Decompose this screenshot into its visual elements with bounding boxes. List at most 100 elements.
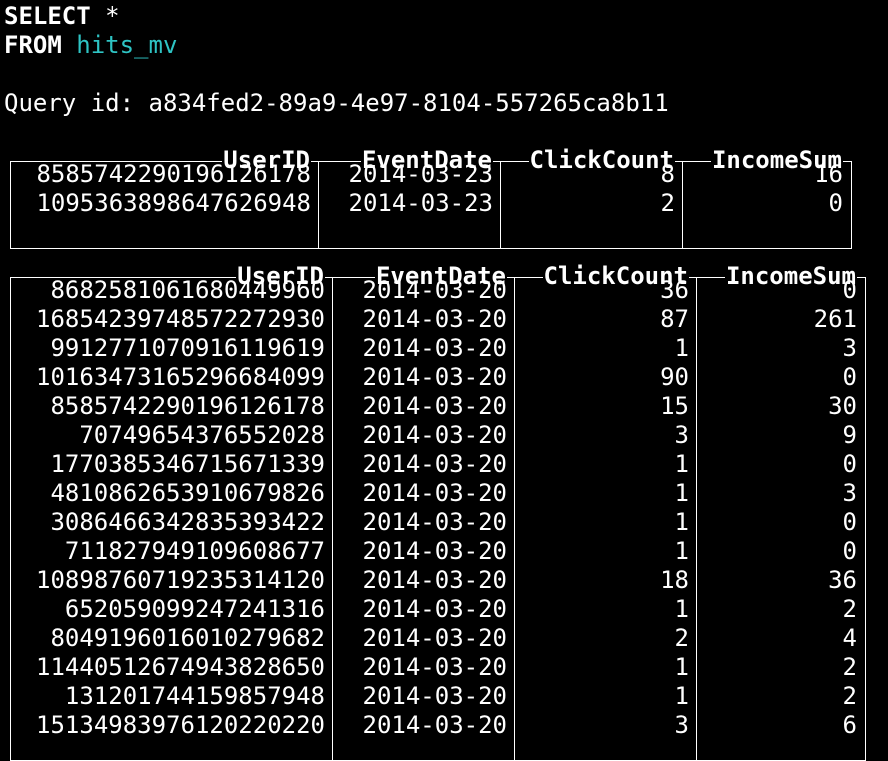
user-id-cell: 131201744159857948: [64, 682, 325, 710]
table-row: 8682581061680449960 2014-03-20 36 0: [11, 276, 865, 305]
query-id-label: Query id:: [4, 89, 135, 117]
click-count-cell: 1: [674, 537, 689, 565]
income-sum-cell: 0: [842, 508, 857, 536]
income-sum-cell: 0: [842, 450, 857, 478]
result-table-2: UserID EventDate ClickCount IncomeSum 868258…: [10, 262, 866, 761]
user-id-cell: 8585742290196126178: [50, 392, 325, 420]
table-row: 4810862653910679826 2014-03-20 1 3: [11, 479, 865, 508]
income-sum-cell: 261: [813, 305, 857, 333]
income-sum-cell: 0: [842, 537, 857, 565]
event-date-cell: 2014-03-20: [362, 682, 508, 710]
event-date-cell: 2014-03-20: [362, 653, 508, 681]
user-id-cell: 10898760719235314120: [36, 566, 325, 594]
event-date-cell: 2014-03-20: [362, 305, 508, 333]
user-id-cell: 10163473165296684099: [36, 363, 325, 391]
table-row: 15134983976120220220 2014-03-20 3 6: [11, 711, 865, 740]
table-row: 3086466342835393422 2014-03-20 1 0: [11, 508, 865, 537]
from-table-name: hits_mv: [76, 31, 178, 59]
select-keyword: SELECT: [4, 2, 91, 30]
table-row: 11440512674943828650 2014-03-20 1 2: [11, 653, 865, 682]
income-sum-cell: 6: [842, 711, 857, 739]
user-id-cell: 70749654376552028: [79, 421, 325, 449]
income-sum-cell: 4: [842, 624, 857, 652]
income-sum-cell: 2: [842, 653, 857, 681]
income-sum-cell: 0: [828, 189, 843, 217]
click-count-cell: 1: [674, 653, 689, 681]
user-id-cell: 3086466342835393422: [50, 508, 325, 536]
table-row: 8585742290196126178 2014-03-23 8 16: [11, 160, 851, 189]
income-sum-cell: 2: [842, 595, 857, 623]
user-id-cell: 4810862653910679826: [50, 479, 325, 507]
table-row: 1770385346715671339 2014-03-20 1 0: [11, 450, 865, 479]
table-row: 652059099247241316 2014-03-20 1 2: [11, 595, 865, 624]
event-date-cell: 2014-03-20: [362, 595, 508, 623]
table-row: 711827949109608677 2014-03-20 1 0: [11, 537, 865, 566]
click-count-cell: 1: [674, 595, 689, 623]
user-id-cell: 11440512674943828650: [36, 653, 325, 681]
income-sum-cell: 0: [842, 276, 857, 304]
query-line-from: FROM hits_mv: [4, 31, 177, 60]
click-count-cell: 15: [660, 392, 689, 420]
click-count-cell: 1: [674, 450, 689, 478]
event-date-cell: 2014-03-20: [362, 624, 508, 652]
select-star: *: [90, 2, 120, 30]
click-count-cell: 3: [674, 711, 689, 739]
click-count-cell: 1: [674, 682, 689, 710]
query-id-line: Query id: a834fed2-89a9-4e97-8104-557265…: [4, 89, 669, 118]
income-sum-cell: 3: [842, 334, 857, 362]
table-row: 8049196016010279682 2014-03-20 2 4: [11, 624, 865, 653]
user-id-cell: 8049196016010279682: [50, 624, 325, 652]
event-date-cell: 2014-03-20: [362, 392, 508, 420]
table-row: 131201744159857948 2014-03-20 1 2: [11, 682, 865, 711]
event-date-cell: 2014-03-20: [362, 479, 508, 507]
income-sum-cell: 2: [842, 682, 857, 710]
user-id-cell: 8585742290196126178: [36, 160, 311, 188]
click-count-cell: 2: [674, 624, 689, 652]
click-count-cell: 87: [660, 305, 689, 333]
event-date-cell: 2014-03-20: [362, 711, 508, 739]
from-keyword: FROM: [4, 31, 62, 59]
table-row: 70749654376552028 2014-03-20 3 9: [11, 421, 865, 450]
event-date-cell: 2014-03-20: [362, 363, 508, 391]
income-sum-cell: 9: [842, 421, 857, 449]
click-count-cell: 18: [660, 566, 689, 594]
user-id-cell: 16854239748572272930: [36, 305, 325, 333]
user-id-cell: 15134983976120220220: [36, 711, 325, 739]
event-date-cell: 2014-03-20: [362, 508, 508, 536]
table-row: 9912771070916119619 2014-03-20 1 3: [11, 334, 865, 363]
income-sum-cell: 3: [842, 479, 857, 507]
click-count-cell: 8: [660, 160, 675, 188]
user-id-cell: 711827949109608677: [64, 537, 325, 565]
user-id-cell: 1770385346715671339: [50, 450, 325, 478]
result-table-1: UserID EventDate ClickCount IncomeSum 858574…: [10, 146, 852, 249]
income-sum-cell: 36: [828, 566, 857, 594]
event-date-cell: 2014-03-20: [362, 537, 508, 565]
income-sum-cell: 30: [828, 392, 857, 420]
query-line-select: SELECT *: [4, 2, 120, 31]
table-row: 8585742290196126178 2014-03-20 15 30: [11, 392, 865, 421]
user-id-cell: 9912771070916119619: [50, 334, 325, 362]
income-sum-cell: 16: [814, 160, 843, 188]
click-count-cell: 1: [674, 334, 689, 362]
table-row: 10898760719235314120 2014-03-20 18 36: [11, 566, 865, 595]
event-date-cell: 2014-03-20: [362, 566, 508, 594]
event-date-cell: 2014-03-20: [362, 276, 508, 304]
event-date-cell: 2014-03-23: [348, 160, 494, 188]
event-date-cell: 2014-03-20: [362, 421, 508, 449]
user-id-cell: 652059099247241316: [64, 595, 325, 623]
click-count-cell: 1: [674, 508, 689, 536]
click-count-cell: 1: [674, 479, 689, 507]
query-id-value: a834fed2-89a9-4e97-8104-557265ca8b11: [148, 89, 669, 117]
user-id-cell: 1095363898647626948: [36, 189, 311, 217]
table-row: 1095363898647626948 2014-03-23 2 0: [11, 189, 851, 218]
table-row: 10163473165296684099 2014-03-20 90 0: [11, 363, 865, 392]
click-count-cell: 3: [674, 421, 689, 449]
event-date-cell: 2014-03-23: [348, 189, 494, 217]
click-count-cell: 36: [660, 276, 689, 304]
click-count-cell: 90: [660, 363, 689, 391]
event-date-cell: 2014-03-20: [362, 450, 508, 478]
income-sum-cell: 0: [842, 363, 857, 391]
table-row: 16854239748572272930 2014-03-20 87 261: [11, 305, 865, 334]
click-count-cell: 2: [660, 189, 675, 217]
user-id-cell: 8682581061680449960: [50, 276, 325, 304]
